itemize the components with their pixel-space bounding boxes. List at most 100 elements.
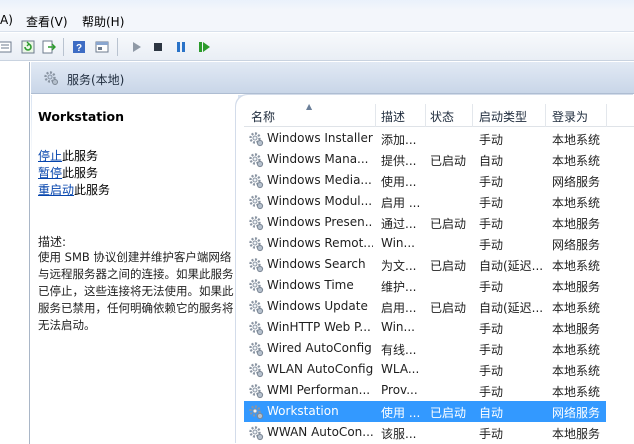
selected-service-name: Workstation: [38, 109, 125, 124]
service-description-cell: 使用 ...: [381, 406, 421, 420]
service-description-cell: 有线...: [381, 343, 417, 357]
service-name-cell: Windows Mana...: [267, 152, 369, 166]
service-description-cell: WLA...: [381, 362, 420, 376]
play-icon[interactable]: [127, 38, 144, 55]
column-divider[interactable]: [472, 104, 473, 127]
console-tree-pane[interactable]: [0, 62, 30, 444]
service-logon-cell: 本地系统: [552, 196, 601, 210]
service-logon-cell: 本地服务: [552, 427, 601, 441]
service-logon-cell: 网络服务: [552, 175, 601, 189]
menu-item-help[interactable]: 帮助(H): [82, 13, 124, 30]
restart-service-suffix: 此服务: [74, 183, 111, 197]
service-gear-icon: [248, 173, 264, 189]
service-startup-type-cell: 手动: [479, 385, 504, 399]
service-status-cell: 已启动: [430, 406, 467, 420]
column-header-name[interactable]: 名称: [251, 108, 275, 125]
table-row[interactable]: Windows Update 启用... 已启动 自动(延迟... 本地系统: [244, 296, 606, 317]
service-description-cell: Win...: [381, 236, 415, 250]
service-logon-cell: 本地系统: [552, 343, 601, 357]
service-description-cell: 启用 ...: [381, 196, 421, 210]
service-name-cell: Windows Remot...: [267, 236, 373, 250]
stop-icon[interactable]: [149, 38, 166, 55]
column-header-logon-as[interactable]: 登录为: [552, 108, 588, 125]
service-description-cell: 提供...: [381, 154, 417, 168]
service-name-cell: Windows Search: [267, 257, 366, 271]
column-divider[interactable]: [375, 104, 376, 127]
sort-ascending-icon: ▲: [306, 102, 313, 111]
menu-item-action[interactable]: A): [0, 13, 13, 27]
pause-service-link[interactable]: 暂停: [38, 166, 62, 180]
service-startup-type-cell: 手动: [479, 238, 504, 252]
stop-service-link[interactable]: 停止: [38, 149, 62, 163]
service-name-cell: Windows Installer: [267, 131, 373, 145]
toolbar: ?: [0, 33, 634, 61]
service-logon-cell: 本地服务: [552, 322, 601, 336]
service-name-cell: Windows Time: [267, 278, 354, 292]
pane-title: 服务(本地): [67, 73, 125, 87]
service-gear-icon: [248, 131, 264, 147]
table-row[interactable]: Workstation 使用 ... 已启动 自动 网络服务: [244, 401, 606, 422]
restart-service-link[interactable]: 重启动: [38, 183, 74, 197]
table-row[interactable]: WinHTTP Web P... Win... 手动 本地服务: [244, 317, 606, 338]
service-gear-icon: [248, 425, 264, 441]
service-name-cell: Windows Presen...: [267, 215, 373, 229]
service-logon-cell: 本地系统: [552, 301, 601, 315]
menu-item-view[interactable]: 查看(V): [26, 13, 68, 30]
svg-text:?: ?: [75, 43, 81, 54]
column-header-row: 名称 ▲ 描述 状态 启动类型 登录为: [244, 102, 634, 127]
column-header-status[interactable]: 状态: [430, 108, 454, 125]
help-icon[interactable]: ?: [70, 38, 87, 55]
title-strip: [0, 0, 634, 10]
service-logon-cell: 本地系统: [552, 385, 601, 399]
export-icon[interactable]: [40, 38, 57, 55]
service-gear-icon: [248, 236, 264, 252]
properties-icon[interactable]: [93, 38, 110, 55]
service-description-cell: 该服...: [381, 427, 417, 441]
services-gear-icon: [44, 71, 58, 85]
column-header-description[interactable]: 描述: [381, 108, 405, 125]
column-header-startup-type[interactable]: 启动类型: [479, 108, 527, 125]
service-startup-type-cell: 手动: [479, 175, 504, 189]
table-row[interactable]: WMI Performan... Prov... 手动 本地系统: [244, 380, 606, 401]
service-description-cell: 使用...: [381, 175, 417, 189]
table-row[interactable]: Windows Media... 使用... 手动 网络服务: [244, 170, 606, 191]
service-startup-type-cell: 手动: [479, 364, 504, 378]
table-row[interactable]: Windows Modul... 启用 ... 手动 本地系统: [244, 191, 606, 212]
service-name-cell: Wired AutoConfig: [267, 341, 372, 355]
service-description-cell: 维护...: [381, 280, 417, 294]
column-divider[interactable]: [545, 104, 546, 127]
list-icon[interactable]: [0, 38, 13, 55]
service-logon-cell: 本地系统: [552, 154, 601, 168]
description-label: 描述:: [38, 235, 67, 249]
table-row[interactable]: WWAN AutoCon... 该服... 手动 本地服务: [244, 422, 606, 443]
table-row[interactable]: Wired AutoConfig 有线... 手动 本地系统: [244, 338, 606, 359]
table-row[interactable]: WLAN AutoConfig WLA... 手动 本地系统: [244, 359, 606, 380]
table-row[interactable]: Windows Search 为文... 已启动 自动(延迟... 本地系统: [244, 254, 606, 275]
pause-icon[interactable]: [172, 38, 189, 55]
service-name-cell: Windows Modul...: [267, 194, 373, 208]
service-description-cell: Prov...: [381, 383, 418, 397]
menu-bar: A) 查看(V) 帮助(H): [0, 0, 634, 32]
toolbar-separator: [63, 38, 64, 56]
column-divider[interactable]: [606, 104, 607, 127]
table-row[interactable]: Windows Presen... 通过... 已启动 手动 本地服务: [244, 212, 606, 233]
service-description-cell: 启用...: [381, 301, 417, 315]
refresh-icon[interactable]: [19, 38, 36, 55]
column-divider[interactable]: [425, 104, 426, 127]
table-row[interactable]: Windows Installer 添加... 手动 本地系统: [244, 128, 606, 149]
service-logon-cell: 本地系统: [552, 133, 601, 147]
extended-description-pane: Workstation 停止此服务 暂停此服务 重启动此服务 描述: 使用 SM…: [32, 95, 238, 444]
service-description-cell: 为文...: [381, 259, 417, 273]
table-row[interactable]: Windows Mana... 提供... 已启动 自动 本地系统: [244, 149, 606, 170]
service-gear-icon: [248, 278, 264, 294]
service-name-cell: WLAN AutoConfig: [267, 362, 373, 376]
table-row[interactable]: Windows Time 维护... 手动 本地服务: [244, 275, 606, 296]
service-startup-type-cell: 手动: [479, 280, 504, 294]
service-logon-cell: 本地服务: [552, 217, 601, 231]
restart-icon[interactable]: [195, 38, 212, 55]
service-description-cell: 添加...: [381, 133, 417, 147]
service-gear-icon: [248, 152, 264, 168]
restart-service-action: 重启动此服务: [38, 181, 110, 198]
service-startup-type-cell: 手动: [479, 217, 504, 231]
table-row[interactable]: Windows Remot... Win... 手动 网络服务: [244, 233, 606, 254]
